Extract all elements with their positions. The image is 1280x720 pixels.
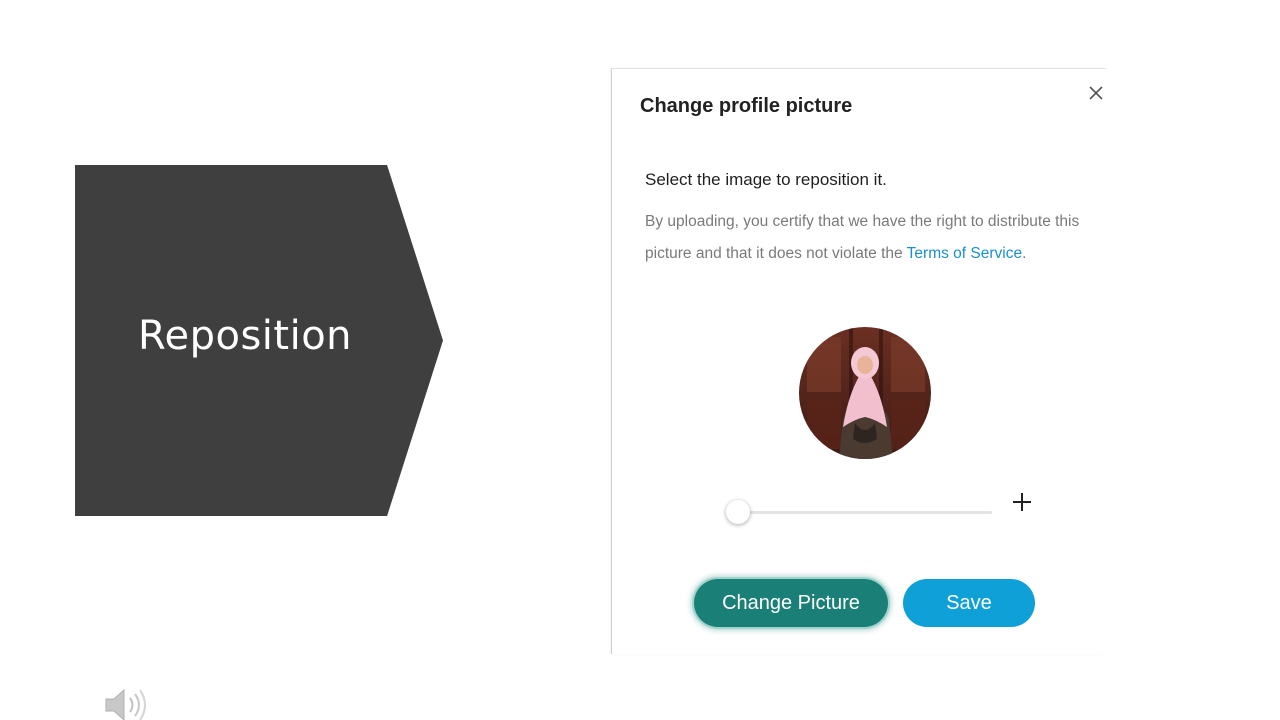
presentation-slide: Reposition Change profile picture Select… — [0, 0, 1280, 720]
upload-disclaimer: By uploading, you certify that we have t… — [645, 206, 1090, 270]
close-button[interactable] — [1086, 83, 1106, 103]
profile-picture-preview[interactable] — [799, 327, 931, 459]
dialog-title: Change profile picture — [640, 95, 853, 117]
close-icon — [1089, 86, 1103, 100]
disclaimer-end: . — [1022, 245, 1027, 262]
change-profile-picture-dialog: Change profile picture Select the image … — [611, 68, 1106, 654]
reposition-instruction: Select the image to reposition it. — [645, 170, 887, 189]
zoom-slider-thumb[interactable] — [726, 500, 750, 524]
terms-of-service-link[interactable]: Terms of Service — [907, 245, 1022, 262]
save-button[interactable]: Save — [903, 579, 1035, 627]
zoom-in-button[interactable] — [1010, 490, 1034, 514]
zoom-slider-track[interactable] — [738, 511, 992, 514]
change-picture-button[interactable]: Change Picture — [694, 579, 888, 627]
slide-heading: Reposition — [137, 313, 353, 359]
speaker-icon — [105, 688, 146, 720]
audio-button[interactable] — [104, 688, 150, 720]
plus-icon — [1013, 493, 1031, 511]
profile-photo-image — [799, 327, 931, 459]
